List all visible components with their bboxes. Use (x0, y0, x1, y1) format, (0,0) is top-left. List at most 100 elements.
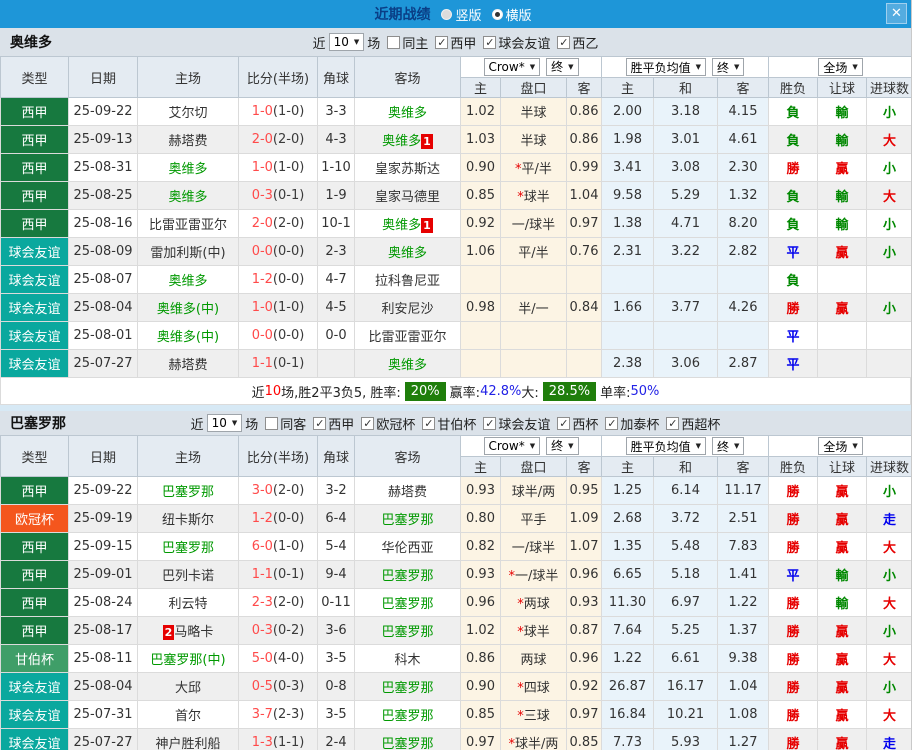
league-checkbox[interactable]: ✓ (483, 36, 496, 49)
odds-stage-select[interactable]: 终▼ (546, 58, 578, 76)
match-date: 25-08-07 (69, 266, 138, 294)
odds-company-select[interactable]: Crow*▼ (484, 437, 541, 455)
chevron-down-icon: ▼ (530, 442, 535, 450)
near-count-select[interactable]: 10▼ (329, 33, 365, 51)
radio-horizontal-icon[interactable] (492, 9, 503, 20)
league-checkbox[interactable]: ✓ (435, 36, 448, 49)
match-date: 25-08-11 (69, 645, 138, 673)
league-label: 加泰杯 (620, 414, 659, 433)
odds-home: 0.98 (461, 294, 501, 322)
match-date: 25-09-15 (69, 533, 138, 561)
halftime-score: (0-1) (273, 567, 304, 582)
result-wdl: 負 (769, 266, 818, 294)
match-date: 25-09-01 (69, 561, 138, 589)
odds-home: 0.86 (461, 645, 501, 673)
match-date: 25-07-27 (69, 729, 138, 750)
summary-text: 近 (252, 382, 265, 401)
away-team-name: 奥维多 (388, 358, 427, 373)
handicap (501, 266, 567, 294)
odds-stage-select[interactable]: 终▼ (546, 437, 578, 455)
halftime-score: (0-0) (273, 272, 304, 287)
odds-home: 0.93 (461, 561, 501, 589)
match-row: 西甲25-08-16比雷亚雷亚尔2-0(2-0)10-1奥维多10.92一/球半… (1, 210, 912, 238)
scope-select[interactable]: 全场▼ (818, 437, 862, 455)
match-date: 25-08-04 (69, 294, 138, 322)
odds-home (461, 322, 501, 350)
odds-company-select[interactable]: Crow*▼ (484, 58, 541, 76)
result-handicap (818, 266, 867, 294)
league-filters-1: ✓西甲✓欧冠杯✓甘伯杯✓球会友谊✓西杯✓加泰杯✓西超杯 (306, 414, 720, 433)
avg-away: 8.20 (718, 210, 769, 238)
league-checkbox[interactable]: ✓ (605, 417, 618, 430)
avg-away: 9.38 (718, 645, 769, 673)
league-checkbox[interactable]: ✓ (422, 417, 435, 430)
avg-home: 2.38 (602, 350, 654, 378)
radio-horizontal-label: 横版 (506, 5, 532, 24)
scope-select[interactable]: 全场▼ (818, 58, 862, 76)
avg-select[interactable]: 胜平负均值▼ (626, 437, 706, 455)
chevron-down-icon: ▼ (734, 63, 739, 71)
same-venue-checkbox[interactable] (265, 417, 278, 430)
avg-away: 1.27 (718, 729, 769, 750)
match-type: 西甲 (1, 561, 69, 589)
avg-dropdowns-1: 胜平负均值▼ 终▼ (602, 436, 769, 457)
match-type: 球会友谊 (1, 350, 69, 378)
away-team: 皇家马德里 (355, 182, 461, 210)
avg-stage-select[interactable]: 终▼ (712, 437, 744, 455)
halftime-score: (2-0) (273, 595, 304, 610)
fulltime-score: 0-5 (252, 679, 273, 694)
home-team: 大邱 (138, 673, 239, 701)
handicap: 半/一 (501, 294, 567, 322)
odds-away: 1.09 (567, 505, 602, 533)
league-checkbox[interactable]: ✓ (361, 417, 374, 430)
col-odds-away: 客 (567, 457, 602, 477)
same-venue-checkbox[interactable] (387, 36, 400, 49)
close-icon[interactable]: ✕ (886, 3, 907, 24)
league-checkbox[interactable]: ✓ (483, 417, 496, 430)
chevron-down-icon: ▼ (530, 63, 535, 71)
league-label: 甘伯杯 (437, 414, 476, 433)
handicap: *一/球半 (501, 561, 567, 589)
league-checkbox[interactable]: ✓ (557, 417, 570, 430)
away-team: 巴塞罗那 (355, 617, 461, 645)
layout-option-vertical[interactable]: 竖版 (441, 5, 481, 24)
result-wdl: 負 (769, 210, 818, 238)
corners: 2-3 (318, 238, 355, 266)
avg-draw (654, 266, 718, 294)
home-team: 纽卡斯尔 (138, 505, 239, 533)
result-handicap: 輸 (818, 182, 867, 210)
odds-home: 0.93 (461, 477, 501, 505)
avg-draw: 5.48 (654, 533, 718, 561)
match-type: 西甲 (1, 98, 69, 126)
league-checkbox[interactable]: ✓ (666, 417, 679, 430)
avg-select[interactable]: 胜平负均值▼ (626, 58, 706, 76)
avg-draw: 10.21 (654, 701, 718, 729)
layout-option-horizontal[interactable]: 横版 (492, 5, 532, 24)
league-checkbox[interactable]: ✓ (557, 36, 570, 49)
odds-dropdowns-1: Crow*▼ 终▼ (461, 436, 602, 457)
near-count-select[interactable]: 10▼ (207, 414, 243, 432)
col-result-handicap: 让球 (818, 78, 867, 98)
home-team-name: 巴塞罗那 (162, 485, 214, 500)
match-row: 西甲25-08-25奥维多0-3(0-1)1-9皇家马德里0.85*球半1.04… (1, 182, 912, 210)
away-team: 巴塞罗那 (355, 701, 461, 729)
avg-stage-select[interactable]: 终▼ (712, 58, 744, 76)
corners: 0-11 (318, 589, 355, 617)
away-team: 巴塞罗那 (355, 729, 461, 750)
avg-draw (654, 322, 718, 350)
fulltime-score: 2-0 (252, 132, 273, 147)
odds-home: 0.92 (461, 210, 501, 238)
avg-away: 1.08 (718, 701, 769, 729)
away-team: 奥维多 (355, 98, 461, 126)
team-name: 奥维多 (10, 32, 52, 52)
league-checkbox[interactable]: ✓ (313, 417, 326, 430)
radio-vertical-icon[interactable] (441, 9, 452, 20)
fulltime-score: 1-0 (252, 300, 273, 315)
result-goals: 小 (867, 294, 912, 322)
summary-text: 大: (521, 382, 538, 401)
halftime-score: (2-0) (273, 132, 304, 147)
match-date: 25-07-31 (69, 701, 138, 729)
chevron-down-icon: ▼ (852, 442, 857, 450)
score: 0-0(0-0) (239, 238, 318, 266)
match-type: 球会友谊 (1, 673, 69, 701)
